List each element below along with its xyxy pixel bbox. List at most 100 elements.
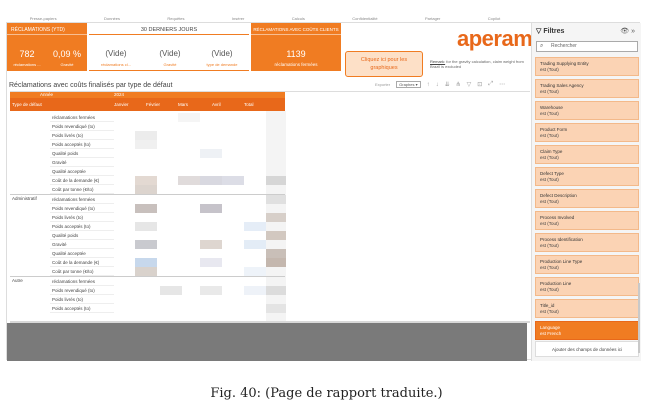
blurred-cell	[266, 258, 286, 267]
filter-card-claim-type[interactable]: Claim Type est (Tout)	[535, 145, 639, 164]
filter-value: est French	[540, 331, 562, 337]
kpi-label-1: réclamations cl...	[100, 62, 131, 67]
year-label: Année	[40, 92, 54, 97]
filter-card-product-form[interactable]: Product Form est (Tout)	[535, 123, 639, 142]
search-icon: ⌕	[540, 43, 544, 49]
kpi-label-3: type de demande	[206, 62, 238, 67]
cta-line-2: graphiques	[370, 64, 398, 71]
filter-icon[interactable]: ▽	[467, 81, 472, 88]
col-header-february[interactable]: Février	[146, 102, 160, 107]
row-metric: Qualité acceptée	[50, 249, 114, 258]
row-metric: Coût par tonne (€/to)	[50, 267, 114, 276]
kpi-value-2: (Vide)	[159, 49, 181, 58]
filter-card-title-id[interactable]: Title_id est (Tout)	[535, 299, 639, 318]
filter-value: est (Tout)	[540, 89, 559, 95]
kpi-value-closed-claims: 1139	[286, 49, 306, 59]
row-metric: Qualité poids	[50, 149, 114, 158]
blurred-cell	[222, 176, 244, 185]
kpi-card-last-30-days[interactable]: 30 DERNIERS JOURS (Vide) réclamations cl…	[89, 23, 249, 71]
blurred-cell	[135, 222, 157, 231]
figure-caption: Fig. 40: (Page de rapport traduite.)	[210, 386, 443, 401]
row-metric: réclamations fermées	[50, 195, 114, 204]
kpi-header: 30 DERNIERS JOURS	[89, 23, 249, 35]
filter-card-production-line[interactable]: Production Line est (Tout)	[535, 277, 639, 296]
category-administratif[interactable]: Administratif	[12, 196, 37, 201]
funnel-icon: ▽	[536, 28, 542, 35]
eye-icon[interactable]: 👁	[620, 28, 629, 35]
filters-scrollbar[interactable]	[638, 283, 640, 353]
focus-mode-icon[interactable]: ⤢	[488, 81, 493, 88]
filter-card-language[interactable]: Language est French	[535, 321, 639, 340]
sort-up-icon[interactable]: ↑	[427, 82, 430, 88]
matrix-visual[interactable]: Année 2024 Type de défaut Janvier Févrie…	[10, 91, 530, 321]
kpi-value-severity: 0,09 %	[52, 49, 82, 59]
report-canvas: RÉCLAMATIONS (YTD) 782 réclamations ... …	[6, 22, 641, 361]
blurred-cell	[135, 131, 157, 140]
charts-link-button[interactable]: Cliquez ici pour les graphiques	[345, 51, 423, 77]
blurred-cell	[200, 240, 222, 249]
kpi-value-3: (Vide)	[211, 49, 233, 58]
filter-card-trading-supplying-entity[interactable]: Trading Supplying Entity est (Tout)	[535, 57, 639, 76]
blurred-cell	[266, 176, 286, 185]
blurred-cell	[135, 176, 157, 185]
filter-value: est (Tout)	[540, 177, 559, 183]
blurred-cell	[266, 195, 286, 204]
kpi-value-1: (Vide)	[105, 49, 127, 58]
filter-card-trading-sales-agency[interactable]: Trading Sales Agency est (Tout)	[535, 79, 639, 98]
row-metric: Poids livrés (to)	[50, 295, 114, 304]
blurred-cell	[160, 286, 182, 295]
blurred-cell	[266, 304, 286, 313]
col-header-total[interactable]: Total	[244, 102, 254, 107]
filter-card-warehouse[interactable]: Warehouse est (Tout)	[535, 101, 639, 120]
filters-title-text: Filtres	[543, 28, 565, 35]
col-header-march[interactable]: Mars	[178, 102, 188, 107]
filter-card-process-involved[interactable]: Process Involved est (Tout)	[535, 211, 639, 230]
filter-value: est (Tout)	[540, 111, 559, 117]
add-data-fields-dropzone[interactable]: Ajouter des champs de données ici	[535, 341, 639, 357]
row-metric: Poids revendiqué (to)	[50, 204, 114, 213]
more-options-icon[interactable]: ⋯	[499, 81, 505, 88]
pin-icon[interactable]: ⊡	[477, 81, 482, 88]
year-value: 2024	[114, 92, 125, 97]
filter-card-defect-description[interactable]: Defect Description est (Tout)	[535, 189, 639, 208]
col-header-january[interactable]: Janvier	[114, 102, 129, 107]
export-dropdown[interactable]: Graphes ▾	[396, 81, 421, 88]
aperam-logo: aperam	[457, 26, 533, 51]
col-header-april[interactable]: Avril	[212, 102, 221, 107]
row-metric: Poids acceptés (to)	[50, 222, 114, 231]
filters-search-input[interactable]: ⌕ Rechercher	[536, 41, 638, 52]
sort-down-icon[interactable]: ↓	[436, 82, 439, 88]
col-header-defect-type[interactable]: Type de défaut	[12, 102, 42, 107]
filters-pane: ▽ Filtres 👁 » ⌕ Rechercher Trading Suppl…	[531, 23, 641, 361]
search-placeholder: Rechercher	[551, 43, 577, 49]
blurred-cell	[135, 258, 157, 267]
row-metric: Qualité acceptée	[50, 167, 114, 176]
matrix-header-columns: Type de défaut Janvier Février Mars Avri…	[10, 98, 285, 111]
filter-card-production-line-type[interactable]: Production Line Type est (Tout)	[535, 255, 639, 274]
filter-card-defect-type[interactable]: Defect Type est (Tout)	[535, 167, 639, 186]
row-metric: Gravité	[50, 240, 114, 249]
filter-value: est (Tout)	[540, 287, 559, 293]
blurred-cell	[178, 176, 200, 185]
category-autre[interactable]: Autre	[12, 278, 23, 283]
kpi-label-claims: réclamations ...	[13, 62, 41, 67]
blurred-cell	[244, 222, 266, 231]
blurred-cell	[135, 240, 157, 249]
collapse-pane-icon[interactable]: »	[631, 28, 635, 35]
drill-down-icon[interactable]: ⇊	[445, 81, 450, 88]
kpi-header: RÉCLAMATIONS (YTD)	[7, 23, 87, 35]
row-metric: Poids acceptés (to)	[50, 304, 114, 313]
blurred-cell	[200, 149, 222, 158]
filter-card-process-identification[interactable]: Process Identification est (Tout)	[535, 233, 639, 252]
expand-icon[interactable]: ⋔	[456, 81, 461, 88]
row-metric: Gravité	[50, 158, 114, 167]
kpi-card-claims-with-costs[interactable]: RÉCLAMATIONS AVEC COÛTS CLIENTS 1139 réc…	[251, 23, 341, 71]
kpi-card-claims-ytd[interactable]: RÉCLAMATIONS (YTD) 782 réclamations ... …	[7, 23, 87, 71]
filter-value: est (Tout)	[540, 133, 559, 139]
filter-value: est (Tout)	[540, 265, 559, 271]
row-metric: Poids acceptés (to)	[50, 140, 114, 149]
blurred-cell	[266, 286, 286, 295]
filter-value: est (Tout)	[540, 67, 559, 73]
remark-note: Remark: for the gravity calculation, cla…	[430, 59, 530, 69]
row-metric: Coût par tonne (€/to)	[50, 185, 114, 194]
